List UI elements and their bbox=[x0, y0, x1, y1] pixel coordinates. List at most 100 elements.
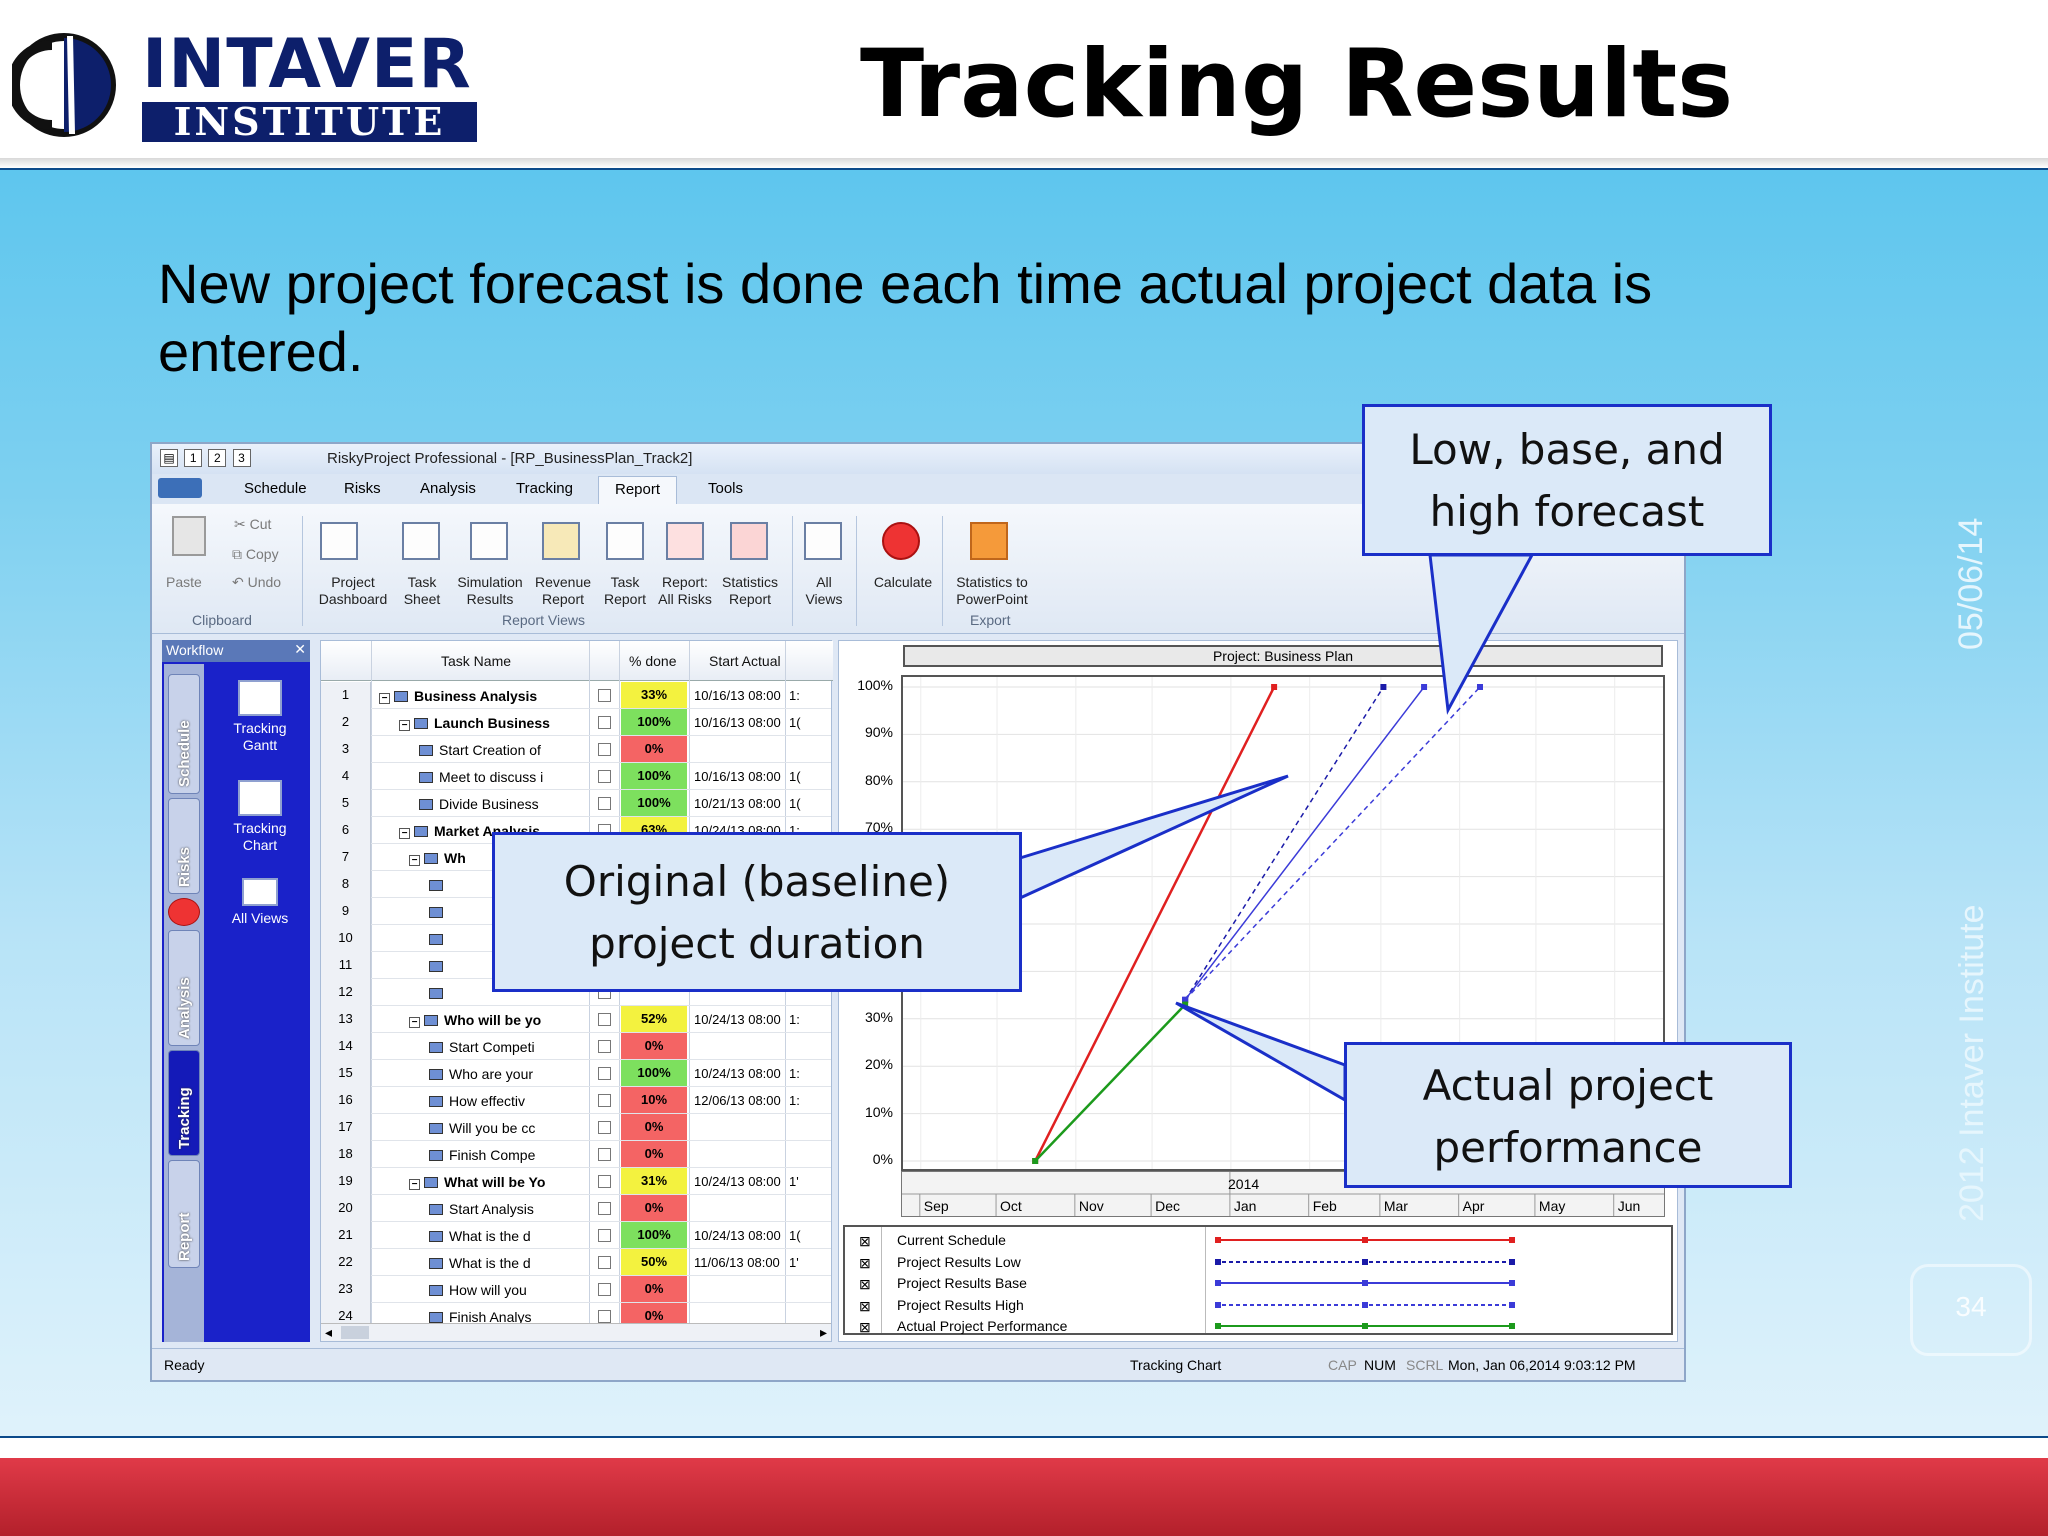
table-row[interactable]: 17 Will you be cc 0% bbox=[321, 1114, 831, 1141]
collapse-icon[interactable]: − bbox=[409, 1017, 420, 1028]
table-row[interactable]: 5 Divide Business 100% 10/21/13 08:00 1( bbox=[321, 790, 831, 817]
task-name-cell[interactable]: Start Competi bbox=[429, 1039, 585, 1055]
table-row[interactable]: 18 Finish Compe 0% bbox=[321, 1141, 831, 1168]
task-icon bbox=[394, 691, 408, 702]
row-checkbox[interactable] bbox=[598, 1256, 611, 1269]
quick-access-2[interactable]: 2 bbox=[208, 449, 227, 467]
app-menu-icon[interactable]: ▤ bbox=[160, 449, 178, 467]
legend-toggle-icon[interactable]: ⊠ bbox=[859, 1298, 871, 1315]
task-name-cell[interactable]: How effectiv bbox=[429, 1093, 585, 1109]
calculate-small-icon[interactable] bbox=[168, 898, 200, 926]
task-name-cell[interactable]: Start Creation of bbox=[419, 742, 585, 758]
table-row[interactable]: 20 Start Analysis 0% bbox=[321, 1195, 831, 1222]
task-name-cell[interactable]: Finish Compe bbox=[429, 1147, 585, 1163]
row-checkbox[interactable] bbox=[598, 1229, 611, 1242]
legend-row[interactable]: ⊠ Current Schedule bbox=[845, 1229, 1671, 1251]
collapse-icon[interactable]: − bbox=[379, 693, 390, 704]
scroll-thumb[interactable] bbox=[341, 1326, 369, 1339]
row-checkbox[interactable] bbox=[598, 1067, 611, 1080]
row-checkbox[interactable] bbox=[598, 1121, 611, 1134]
tab-schedule[interactable]: Schedule bbox=[240, 480, 311, 497]
wf-tab-schedule[interactable]: Schedule bbox=[168, 674, 200, 794]
quick-access-3[interactable]: 3 bbox=[232, 449, 251, 467]
tab-report[interactable]: Report bbox=[598, 476, 678, 504]
legend-row[interactable]: ⊠ Project Results High bbox=[845, 1294, 1671, 1316]
table-row[interactable]: 15 Who are your 100% 10/24/13 08:00 1: bbox=[321, 1060, 831, 1087]
workflow-all-views[interactable]: All Views bbox=[210, 878, 310, 927]
row-checkbox[interactable] bbox=[598, 1148, 611, 1161]
task-name-cell[interactable]: Will you be cc bbox=[429, 1120, 585, 1136]
task-name-cell[interactable]: − Business Analysis bbox=[379, 688, 585, 704]
row-checkbox[interactable] bbox=[598, 1310, 611, 1323]
task-name-cell[interactable]: Meet to discuss i bbox=[419, 769, 585, 785]
row-checkbox[interactable] bbox=[598, 770, 611, 783]
tab-analysis[interactable]: Analysis bbox=[416, 480, 480, 497]
legend-toggle-icon[interactable]: ⊠ bbox=[859, 1276, 871, 1293]
table-row[interactable]: 1− Business Analysis 33% 10/16/13 08:00 1: bbox=[321, 682, 831, 709]
row-checkbox[interactable] bbox=[598, 797, 611, 810]
table-row[interactable]: 22 What is the d 50% 11/06/13 08:00 1' bbox=[321, 1249, 831, 1276]
wf-tab-analysis[interactable]: Analysis bbox=[168, 930, 200, 1046]
task-icon bbox=[429, 934, 443, 945]
scroll-right-icon[interactable]: ▸ bbox=[820, 1324, 827, 1341]
table-row[interactable]: 19 − What will be Yo 31% 10/24/13 08:00 1' bbox=[321, 1168, 831, 1195]
task-name-cell[interactable]: − Who will be yo bbox=[409, 1012, 585, 1028]
row-checkbox[interactable] bbox=[598, 689, 611, 702]
wf-tab-risks[interactable]: Risks bbox=[168, 798, 200, 894]
row-checkbox[interactable] bbox=[598, 1202, 611, 1215]
col-percent-done[interactable]: % done bbox=[629, 653, 676, 669]
table-row[interactable]: 21 What is the d 100% 10/24/13 08:00 1( bbox=[321, 1222, 831, 1249]
task-name-cell[interactable]: Who are your bbox=[429, 1066, 585, 1082]
collapse-icon[interactable]: − bbox=[399, 720, 410, 731]
task-name-cell[interactable]: What is the d bbox=[429, 1228, 585, 1244]
task-name: Start Creation of bbox=[439, 742, 541, 758]
row-checkbox[interactable] bbox=[598, 1040, 611, 1053]
table-row[interactable]: 2 − Launch Business 100% 10/16/13 08:00 1( bbox=[321, 709, 831, 736]
tab-tracking[interactable]: Tracking bbox=[512, 480, 577, 497]
undo-button[interactable]: ↶ Undo bbox=[232, 574, 281, 591]
workflow-tracking-gantt[interactable]: Tracking Gantt bbox=[210, 680, 310, 754]
row-checkbox[interactable] bbox=[598, 743, 611, 756]
task-name-cell[interactable]: − Launch Business bbox=[399, 715, 585, 731]
legend-row[interactable]: ⊠ Project Results Base bbox=[845, 1272, 1671, 1294]
legend-toggle-icon[interactable]: ⊠ bbox=[859, 1233, 871, 1250]
task-name-cell[interactable]: What is the d bbox=[429, 1255, 585, 1271]
wf-tab-tracking[interactable]: Tracking bbox=[168, 1050, 200, 1156]
table-row[interactable]: 4 Meet to discuss i 100% 10/16/13 08:00 1( bbox=[321, 763, 831, 790]
task-name-cell[interactable]: Divide Business bbox=[419, 796, 585, 812]
table-row[interactable]: 23 How will you 0% bbox=[321, 1276, 831, 1303]
legend-row[interactable]: ⊠ Actual Project Performance bbox=[845, 1315, 1671, 1337]
legend-toggle-icon[interactable]: ⊠ bbox=[859, 1255, 871, 1272]
tab-tools[interactable]: Tools bbox=[704, 480, 747, 497]
col-task-name[interactable]: Task Name bbox=[441, 653, 511, 669]
collapse-icon[interactable]: − bbox=[399, 828, 410, 839]
quick-access-1[interactable]: 1 bbox=[184, 449, 203, 467]
workflow-tracking-chart[interactable]: Tracking Chart bbox=[210, 780, 310, 854]
table-row[interactable]: 14 Start Competi 0% bbox=[321, 1033, 831, 1060]
row-checkbox[interactable] bbox=[598, 1283, 611, 1296]
close-icon[interactable]: ✕ bbox=[294, 641, 306, 658]
table-row[interactable]: 3 Start Creation of 0% bbox=[321, 736, 831, 763]
legend-row[interactable]: ⊠ Project Results Low bbox=[845, 1251, 1671, 1273]
copy-button[interactable]: ⧉ Copy bbox=[232, 546, 279, 563]
scroll-left-icon[interactable]: ◂ bbox=[325, 1324, 332, 1341]
table-row[interactable]: 13 − Who will be yo 52% 10/24/13 08:00 1: bbox=[321, 1006, 831, 1033]
file-menu-button[interactable] bbox=[158, 478, 202, 498]
legend-toggle-icon[interactable]: ⊠ bbox=[859, 1319, 871, 1336]
col-start-actual[interactable]: Start Actual bbox=[709, 653, 781, 669]
cut-button[interactable]: ✂ Cut bbox=[234, 516, 271, 533]
horizontal-scrollbar[interactable]: ◂ ▸ bbox=[321, 1323, 831, 1341]
row-checkbox[interactable] bbox=[598, 1094, 611, 1107]
tab-risks[interactable]: Risks bbox=[340, 480, 385, 497]
task-name-cell[interactable]: Start Analysis bbox=[429, 1201, 585, 1217]
row-checkbox[interactable] bbox=[598, 1175, 611, 1188]
collapse-icon[interactable]: − bbox=[409, 1179, 420, 1190]
table-row[interactable]: 16 How effectiv 10% 12/06/13 08:00 1: bbox=[321, 1087, 831, 1114]
task-name-cell[interactable]: How will you bbox=[429, 1282, 585, 1298]
row-checkbox[interactable] bbox=[598, 716, 611, 729]
wf-tab-report[interactable]: Report bbox=[168, 1160, 200, 1268]
task-name-cell[interactable]: − What will be Yo bbox=[409, 1174, 585, 1190]
row-checkbox[interactable] bbox=[598, 1013, 611, 1026]
collapse-icon[interactable]: − bbox=[409, 855, 420, 866]
chart-title: Project: Business Plan bbox=[903, 645, 1663, 667]
